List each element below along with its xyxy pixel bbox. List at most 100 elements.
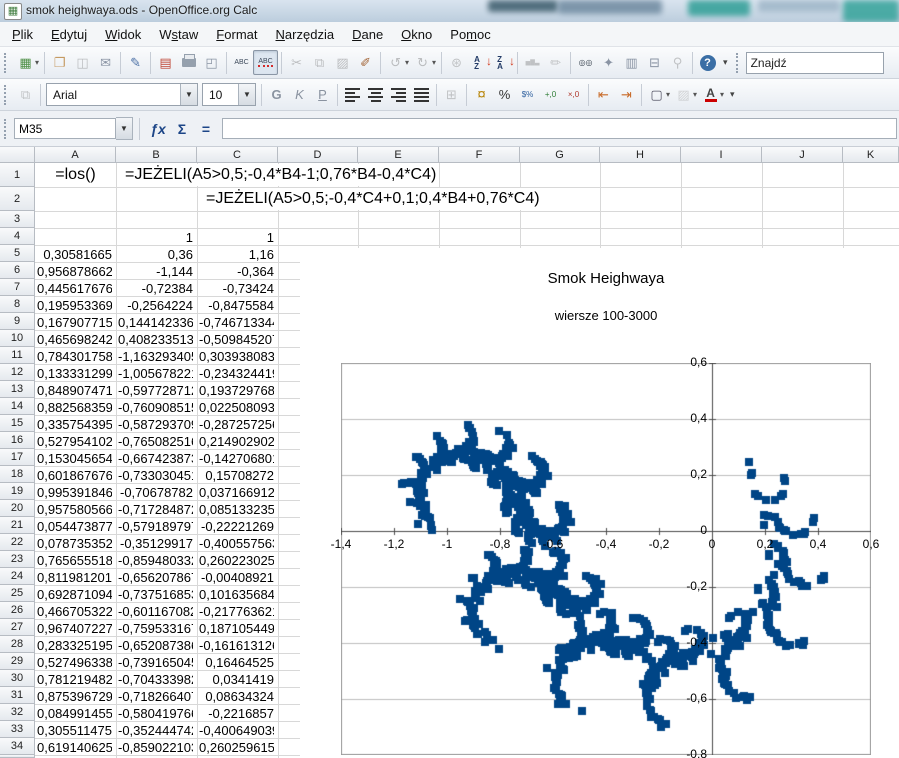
font-color-icon[interactable]: A [699, 83, 722, 106]
cell-C15[interactable]: -0,287257256 [199, 417, 274, 432]
cell-C17[interactable]: -0,142706801 [199, 451, 274, 466]
edit-file-icon[interactable]: ✎ [124, 51, 147, 74]
cell-A24[interactable]: 0,811981201 [37, 570, 112, 585]
row-header-26[interactable]: 26 [0, 602, 35, 619]
cell-B19[interactable]: -0,70678782 [118, 485, 193, 500]
cell-A12[interactable]: 0,133331299 [37, 366, 112, 381]
styles-icon[interactable]: ⧉ [14, 83, 37, 106]
find-input[interactable] [746, 52, 884, 74]
cell-B4[interactable]: 1 [118, 230, 193, 245]
row-header-21[interactable]: 21 [0, 517, 35, 534]
align-center-button[interactable] [364, 83, 387, 106]
align-right-button[interactable] [387, 83, 410, 106]
cell-C5[interactable]: 1,16 [199, 247, 274, 262]
cell-A29[interactable]: 0,527496338 [37, 655, 112, 670]
cell-B20[interactable]: -0,717284872 [118, 502, 193, 517]
cell-B21[interactable]: -0,579189797 [118, 519, 193, 534]
row-header-33[interactable]: 33 [0, 721, 35, 738]
cell-A30[interactable]: 0,781219482 [37, 672, 112, 687]
cell-C22[interactable]: -0,400557563 [199, 536, 274, 551]
column-header-C[interactable]: C [197, 147, 278, 163]
new-document-icon[interactable]: ▦ [14, 51, 37, 74]
name-box-input[interactable] [14, 118, 116, 139]
row-header-8[interactable]: 8 [0, 296, 35, 313]
cell-A27[interactable]: 0,967407227 [37, 621, 112, 636]
cell-C26[interactable]: -0,217763621 [199, 604, 274, 619]
cell-B6[interactable]: -1,144 [118, 264, 193, 279]
font-size-combo[interactable]: 10▼ [202, 83, 256, 106]
column-header-J[interactable]: J [762, 147, 843, 163]
cell-A1[interactable]: =los() [36, 164, 115, 186]
align-justify-button[interactable] [410, 83, 433, 106]
cell-A16[interactable]: 0,527954102 [37, 434, 112, 449]
cell-B27[interactable]: -0,759533167 [118, 621, 193, 636]
cell-C12[interactable]: -0,234324419 [199, 366, 274, 381]
decrease-indent-icon[interactable]: ⇤ [592, 83, 615, 106]
cell-A20[interactable]: 0,957580566 [37, 502, 112, 517]
cell-B28[interactable]: -0,652087386 [118, 638, 193, 653]
formula-bar-grip[interactable] [4, 119, 9, 139]
find-replace-icon[interactable]: ◎◎ [574, 51, 597, 74]
row-header-5[interactable]: 5 [0, 245, 35, 262]
row-header-16[interactable]: 16 [0, 432, 35, 449]
gallery-icon[interactable]: ▥ [620, 51, 643, 74]
cell-A14[interactable]: 0,882568359 [37, 400, 112, 415]
save-icon[interactable]: ◫ [71, 51, 94, 74]
column-header-G[interactable]: G [520, 147, 600, 163]
row-header-18[interactable]: 18 [0, 466, 35, 483]
print-icon[interactable] [177, 51, 200, 74]
cell-C8[interactable]: -0,8475584 [199, 298, 274, 313]
cell-B10[interactable]: 0,408233513 [118, 332, 193, 347]
cell-B24[interactable]: -0,656207867 [118, 570, 193, 585]
menu-item-okno[interactable]: Okno [392, 24, 441, 45]
page-preview-icon[interactable]: ◰ [200, 51, 223, 74]
cell-A34[interactable]: 0,619140625 [37, 740, 112, 755]
help-icon[interactable]: ? [696, 51, 719, 74]
add-decimal-icon[interactable]: +,0 [539, 83, 562, 106]
redo-icon[interactable]: ↻ [411, 51, 434, 74]
cell-B29[interactable]: -0,739165045 [118, 655, 193, 670]
cell-B17[interactable]: -0,667423873 [118, 451, 193, 466]
row-header-15[interactable]: 15 [0, 415, 35, 432]
cell-B11[interactable]: -1,163293405 [118, 349, 193, 364]
menu-item-plik[interactable]: Plik [3, 24, 42, 45]
menu-item-narzedzia[interactable]: Narzędzia [267, 24, 344, 45]
cell-A23[interactable]: 0,765655518 [37, 553, 112, 568]
cell-A31[interactable]: 0,875396729 [37, 689, 112, 704]
cell-C10[interactable]: -0,509845207 [199, 332, 274, 347]
cell-C9[interactable]: -0,746713344 [199, 315, 274, 330]
undo-icon[interactable]: ↺ [384, 51, 407, 74]
cell-B15[interactable]: -0,587293709 [118, 417, 193, 432]
cell-B33[interactable]: -0,352444742 [118, 723, 193, 738]
toolbar-grip[interactable] [736, 53, 741, 73]
cell-B9[interactable]: 0,144142336 [118, 315, 193, 330]
row-header-24[interactable]: 24 [0, 568, 35, 585]
borders-icon[interactable]: ▢ [645, 83, 668, 106]
menu-item-widok[interactable]: Widok [96, 24, 150, 45]
cell-B12[interactable]: -1,005678221 [118, 366, 193, 381]
row-header-12[interactable]: 12 [0, 364, 35, 381]
cell-C13[interactable]: 0,193729768 [199, 383, 274, 398]
name-box-dropdown[interactable]: ▼ [116, 117, 133, 140]
sort-descending-icon[interactable]: ZA↓ [491, 51, 514, 74]
cell-C16[interactable]: 0,214902902 [199, 434, 274, 449]
cell-C27[interactable]: 0,187105449 [199, 621, 274, 636]
font-name-combo[interactable]: Arial▼ [46, 83, 198, 106]
row-header-28[interactable]: 28 [0, 636, 35, 653]
row-header-30[interactable]: 30 [0, 670, 35, 687]
cell-A6[interactable]: 0,956878662 [37, 264, 112, 279]
cell-C11[interactable]: 0,303938083 [199, 349, 274, 364]
underline-button[interactable]: P [311, 83, 334, 106]
increase-indent-icon[interactable]: ⇥ [615, 83, 638, 106]
font-size-combo-dropdown[interactable]: ▼ [238, 84, 255, 105]
cell-B31[interactable]: -0,718266407 [118, 689, 193, 704]
cell-B18[interactable]: -0,733030451 [118, 468, 193, 483]
cell-C30[interactable]: 0,0341419 [199, 672, 274, 687]
toolbar-overflow-button[interactable]: ▾ [723, 57, 728, 68]
hyperlink-icon[interactable]: ⊛ [445, 51, 468, 74]
cell-C28[interactable]: -0,161613126 [199, 638, 274, 653]
cell-A15[interactable]: 0,335754395 [37, 417, 112, 432]
row-header-13[interactable]: 13 [0, 381, 35, 398]
cell-C4[interactable]: 1 [199, 230, 274, 245]
cell-B5[interactable]: 0,36 [118, 247, 193, 262]
